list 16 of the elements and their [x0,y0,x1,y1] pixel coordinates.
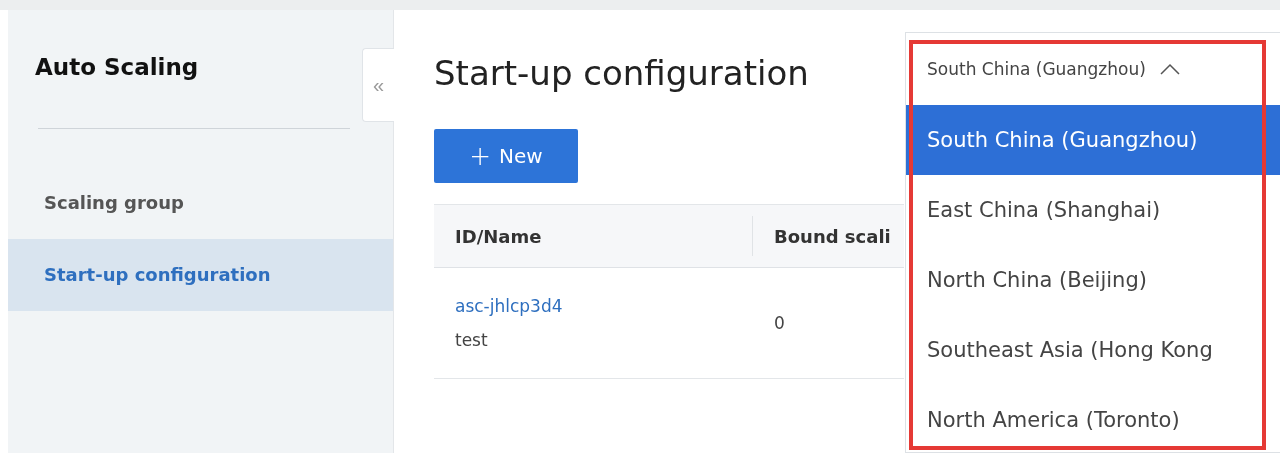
sidebar-item[interactable]: Scaling group [8,167,393,239]
region-option[interactable]: East China (Shanghai) [906,175,1280,245]
sidebar-item[interactable]: Start-up configuration [8,239,393,311]
region-option[interactable]: Southeast Asia (Hong Kong [906,315,1280,385]
column-header: Bound scali [773,224,892,249]
region-option[interactable]: South China (Guangzhou) [906,105,1280,175]
region-option[interactable]: North America (Toronto) [906,385,1280,453]
new-button[interactable]: + New [434,129,578,183]
sidebar-title: Auto Scaling [35,54,199,82]
region-option[interactable]: North China (Beijing) [906,245,1280,315]
region-select[interactable]: South China (Guangzhou) [906,33,1280,105]
config-id-link[interactable]: asc-jhlcp3d4 [455,296,753,316]
config-name: test [455,330,489,350]
table-cell-text: 0 [774,313,786,333]
column-header: ID/Name [434,216,753,256]
page-title: Start-up configuration [434,52,809,95]
